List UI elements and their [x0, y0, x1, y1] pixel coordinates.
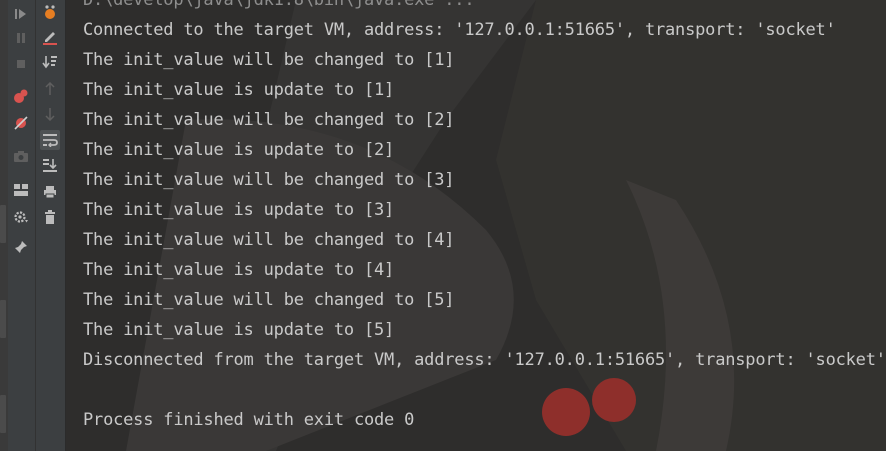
mute-breakpoints-button[interactable] — [11, 113, 31, 133]
stop-button[interactable] — [11, 54, 31, 74]
console-output[interactable]: D:\develop\java\jdk1.8\bin\java.exe ... C… — [66, 0, 886, 451]
console-line: The init_value will be changed to [4] — [83, 230, 455, 250]
edit-config-button[interactable] — [40, 27, 60, 47]
console-line: The init_value is update to [1] — [83, 80, 395, 100]
sort-icon — [42, 56, 57, 69]
settings-icon — [14, 211, 28, 223]
console-line: Disconnected from the target VM, address… — [83, 350, 886, 370]
rerun-button[interactable] — [11, 4, 31, 24]
console-line: The init_value will be changed to [5] — [83, 290, 455, 310]
console-line: The init_value will be changed to [3] — [83, 170, 455, 190]
trash-icon — [45, 210, 55, 224]
edit-icon — [43, 32, 57, 45]
camera-icon — [14, 151, 28, 162]
tool-tab-structure[interactable] — [0, 205, 6, 243]
pin-icon — [15, 241, 27, 253]
console-line: The init_value will be changed to [2] — [83, 110, 455, 130]
pin-tab-button[interactable] — [11, 237, 31, 257]
get-thread-dump-button[interactable] — [11, 146, 31, 166]
debug-icon — [45, 5, 55, 19]
console-line: The init_value is update to [4] — [83, 260, 395, 280]
up-arrow-icon — [45, 82, 55, 95]
console-line: The init_value is update to [5] — [83, 320, 395, 340]
settings-button[interactable] — [11, 207, 31, 227]
mute-breakpoints-icon — [14, 116, 28, 130]
scroll-to-end-icon — [43, 159, 57, 172]
stop-icon — [17, 60, 25, 68]
down-button[interactable] — [40, 104, 60, 124]
console-line: The init_value is update to [2] — [83, 140, 395, 160]
debug-toolbar-primary — [8, 0, 36, 451]
console-lines: D:\develop\java\jdk1.8\bin\java.exe ... C… — [83, 0, 886, 435]
rerun-icon — [15, 9, 26, 19]
pause-icon — [17, 33, 25, 43]
scroll-to-end-button[interactable] — [40, 155, 60, 175]
print-button[interactable] — [40, 182, 60, 202]
console-line: Connected to the target VM, address: '12… — [83, 20, 836, 40]
sort-button[interactable] — [40, 52, 60, 72]
view-breakpoints-button[interactable] — [11, 86, 31, 106]
view-breakpoints-icon — [14, 89, 28, 103]
clear-all-button[interactable] — [40, 207, 60, 227]
tool-tab-web[interactable] — [0, 395, 6, 433]
console-toolbar — [36, 0, 66, 451]
tool-tab-favorites[interactable] — [0, 300, 6, 338]
debug-button[interactable] — [40, 2, 60, 22]
pause-button[interactable] — [11, 28, 31, 48]
restore-layout-button[interactable] — [11, 180, 31, 200]
soft-wrap-button[interactable] — [40, 130, 60, 150]
console-line: The init_value will be changed to [1] — [83, 50, 455, 70]
layout-icon — [14, 184, 28, 196]
down-arrow-icon — [45, 108, 55, 121]
console-line: The init_value is update to [3] — [83, 200, 395, 220]
up-button[interactable] — [40, 79, 60, 99]
soft-wrap-icon — [43, 134, 58, 147]
console-line: Process finished with exit code 0 — [83, 410, 415, 430]
print-icon — [44, 186, 56, 199]
console-line: D:\develop\java\jdk1.8\bin\java.exe ... — [83, 0, 475, 10]
